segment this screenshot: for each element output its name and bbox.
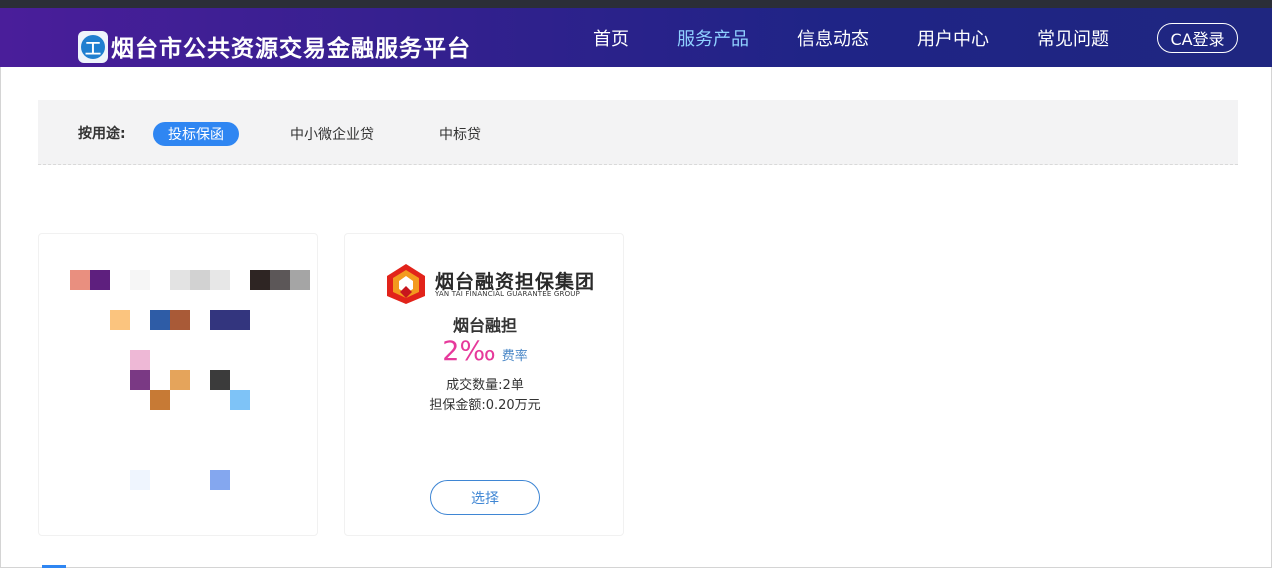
pixel-block: [210, 270, 230, 290]
guarantee-amount: 担保金额:0.20万元: [429, 398, 541, 413]
filter-option-winning-bid-loan[interactable]: 中标贷: [430, 122, 490, 146]
company-name: 烟台融担: [452, 316, 517, 335]
pixel-block: [290, 270, 310, 290]
product-card-obscured[interactable]: [38, 233, 318, 536]
nav-news[interactable]: 信息动态: [797, 25, 869, 51]
rate-row: 2‰ 费率: [345, 336, 625, 367]
pixel-block: [130, 370, 150, 390]
pixel-block: [270, 270, 290, 290]
pixel-block: [170, 270, 190, 290]
logo-glyph: 工: [81, 35, 105, 59]
pixel-block: [250, 270, 270, 290]
filter-bar: 按用途: 投标保函 中小微企业贷 中标贷: [38, 100, 1238, 165]
filter-option-bid-guarantee[interactable]: 投标保函: [153, 122, 239, 146]
platform-logo-icon[interactable]: 工: [78, 31, 108, 63]
brand-english-name: YAN TAI FINANCIAL GUARANTEE GROUP: [435, 290, 581, 298]
pixel-block: [210, 470, 230, 490]
brand-logo: 烟台融资担保集团 YAN TAI FINANCIAL GUARANTEE GRO…: [385, 262, 594, 306]
pixel-block: [90, 270, 110, 290]
nav-user-center[interactable]: 用户中心: [917, 25, 989, 51]
pixel-block: [150, 310, 170, 330]
rate-value: 2‰: [442, 336, 496, 367]
rate-label: 费率: [501, 349, 528, 364]
pixel-block: [190, 270, 210, 290]
pixel-block: [150, 390, 170, 410]
browser-top-strip: [0, 0, 1272, 8]
nav-faq[interactable]: 常见问题: [1037, 25, 1109, 51]
filter-option-sme-loan[interactable]: 中小微企业贷: [282, 122, 382, 146]
pixel-block: [130, 350, 150, 370]
deal-count: 成交数量:2单: [446, 378, 524, 393]
pixel-block: [130, 270, 150, 290]
site-header: 工 烟台市公共资源交易金融服务平台 首页 服务产品 信息动态 用户中心 常见问题…: [0, 8, 1272, 67]
pixel-block: [70, 270, 90, 290]
product-card-yantai-guarantee[interactable]: 烟台融资担保集团 YAN TAI FINANCIAL GUARANTEE GRO…: [344, 233, 624, 536]
pixel-block: [230, 390, 250, 410]
select-button[interactable]: 选择: [430, 480, 540, 515]
nav-service-products[interactable]: 服务产品: [677, 25, 749, 51]
pixel-block: [210, 370, 230, 390]
pixel-block: [170, 370, 190, 390]
filter-label: 按用途:: [78, 126, 126, 142]
pixel-block: [230, 310, 250, 330]
nav-home[interactable]: 首页: [593, 25, 629, 51]
ca-login-button[interactable]: CA登录: [1157, 23, 1238, 53]
pixel-block: [130, 470, 150, 490]
pixel-block: [110, 310, 130, 330]
pixel-block: [170, 310, 190, 330]
pixel-block: [210, 310, 230, 330]
site-title[interactable]: 烟台市公共资源交易金融服务平台: [111, 29, 471, 63]
guarantee-group-logo-icon: [387, 264, 425, 304]
